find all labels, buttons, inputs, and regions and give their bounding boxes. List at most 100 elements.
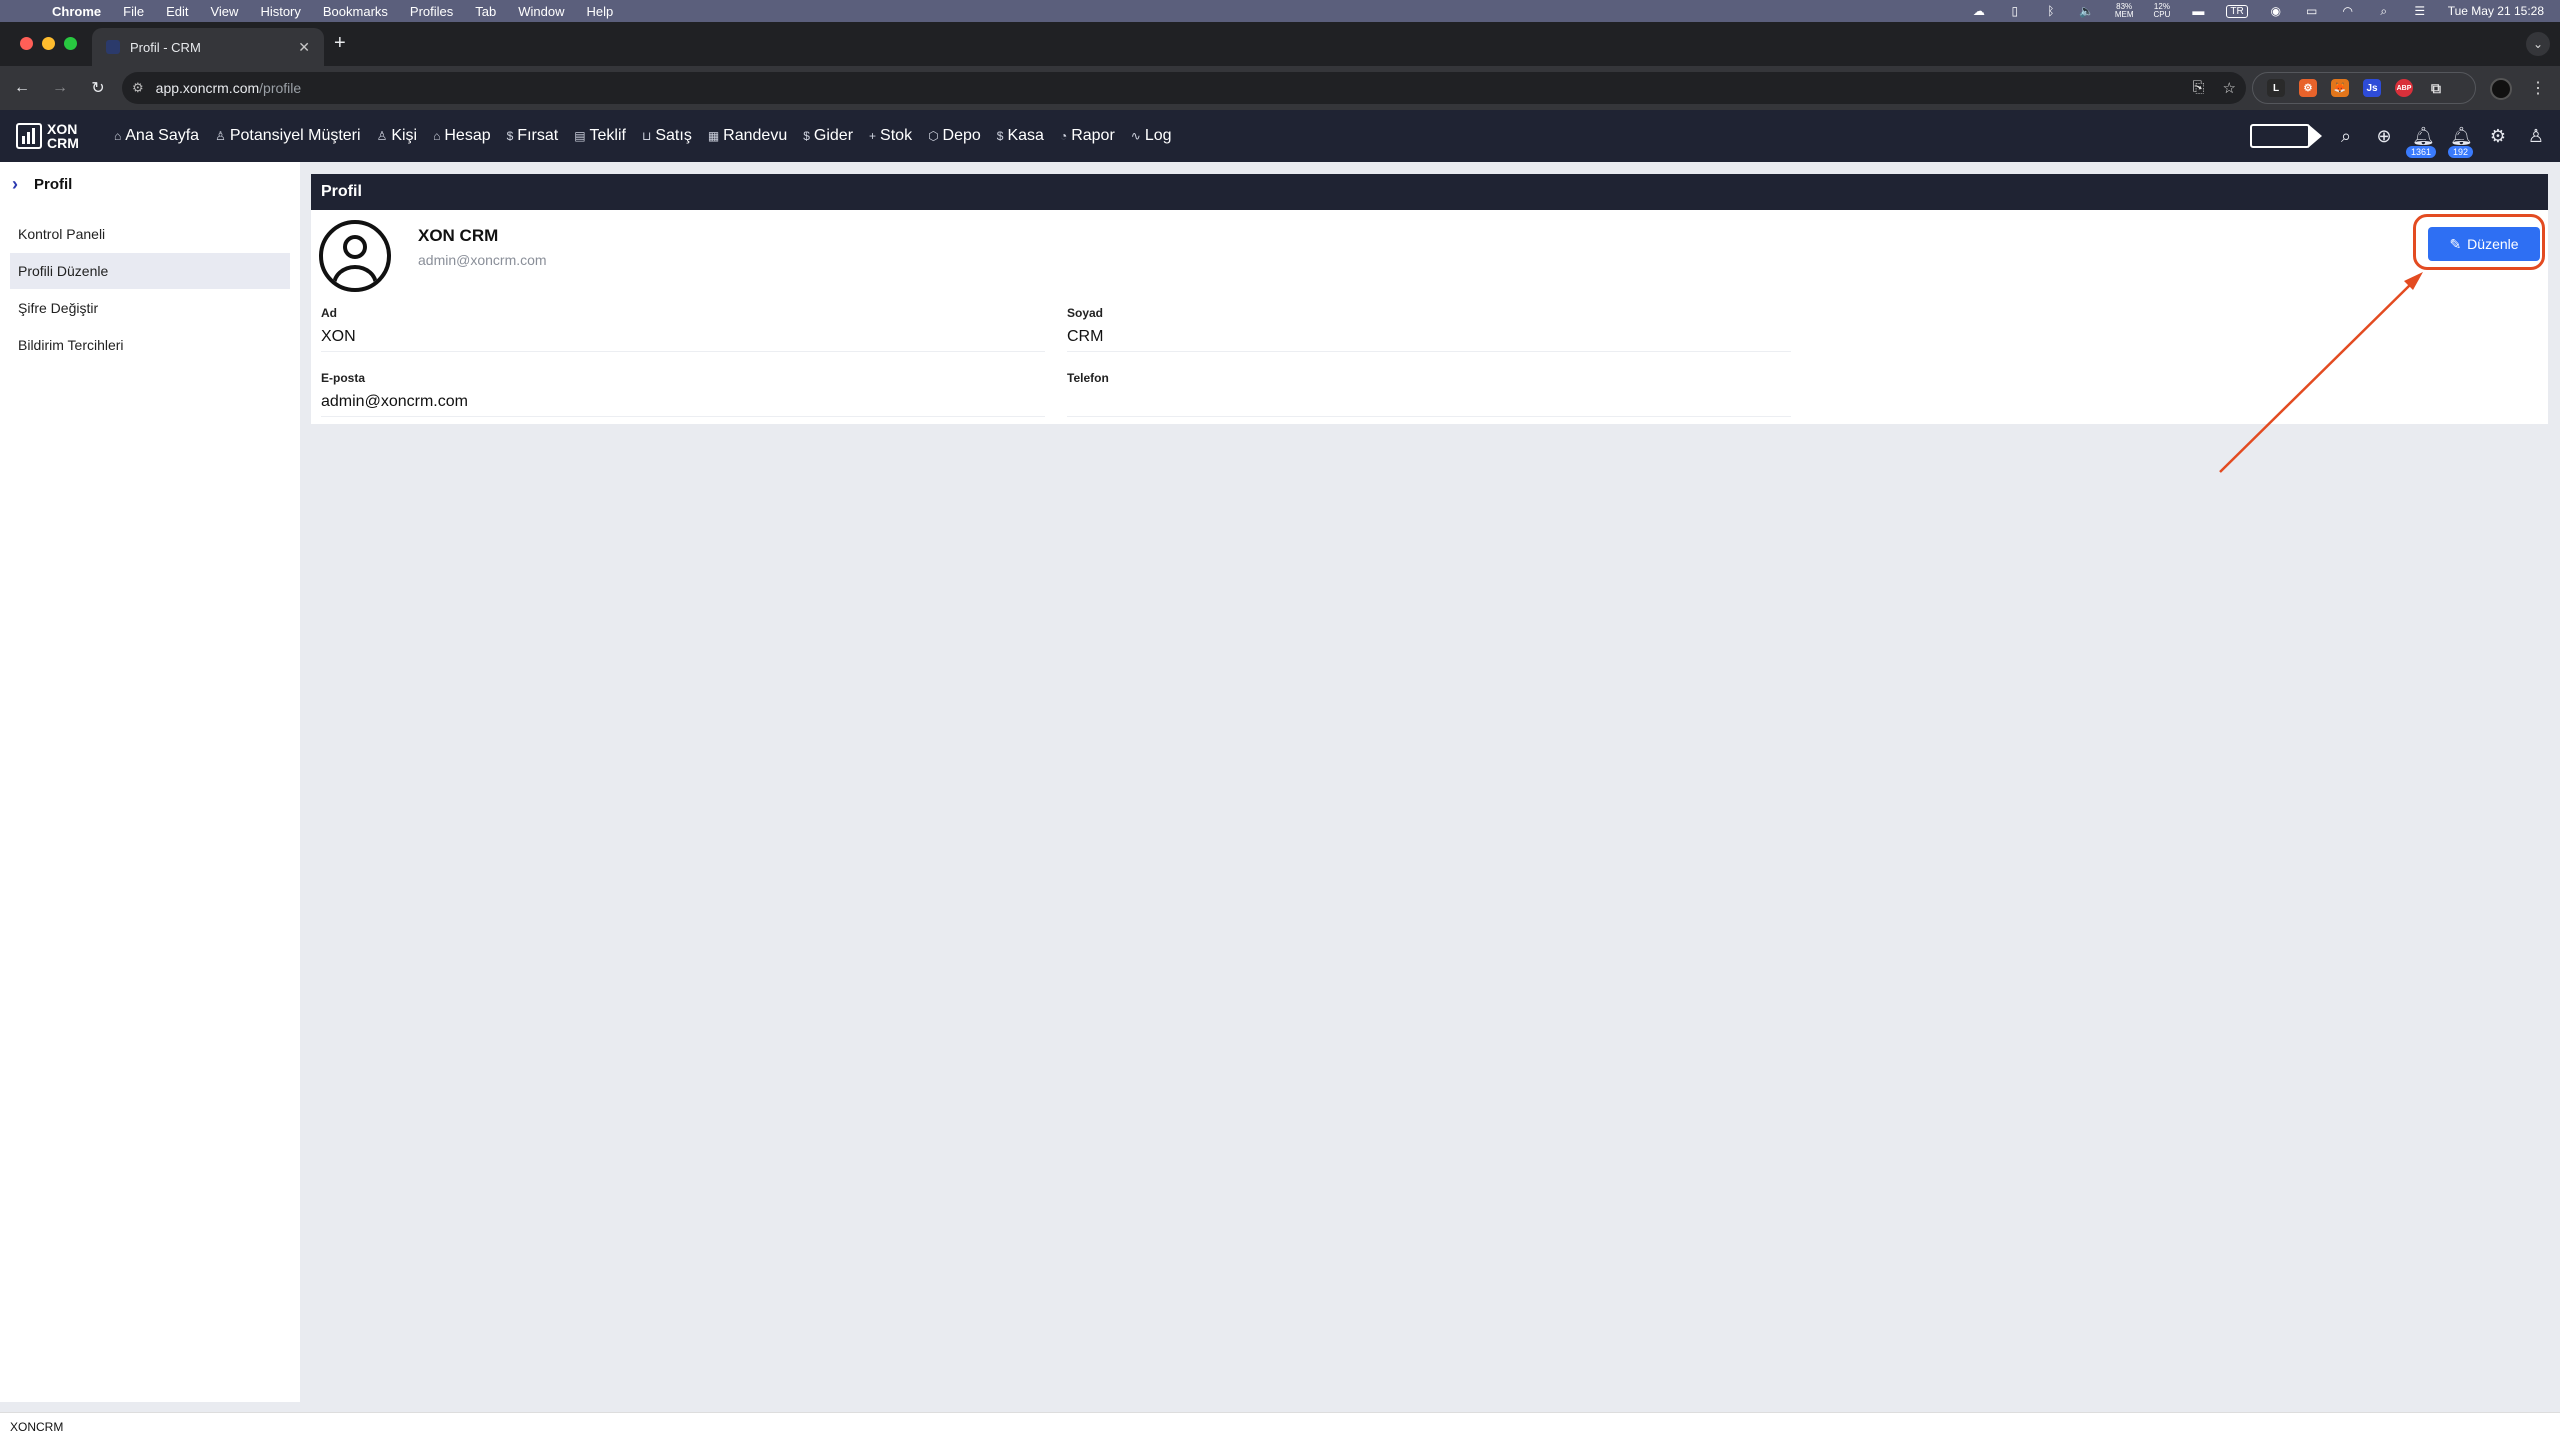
site-info-icon[interactable]: ⚙ [132, 80, 144, 96]
nav-label: Gider [813, 127, 854, 144]
edit-button-label: Düzenle [2467, 236, 2519, 252]
nav-hesap[interactable]: ⌂ Hesap [433, 127, 491, 145]
menu-window[interactable]: Window [518, 4, 564, 19]
arrow-shortcut-icon[interactable] [2250, 124, 2322, 148]
chrome-menu-kebab-icon[interactable]: ⋮ [2530, 78, 2546, 98]
nav-gider[interactable]: $ Gider [803, 127, 853, 145]
extension-abp-icon[interactable]: ABP [2395, 79, 2413, 97]
tab-title: Profil - CRM [130, 39, 201, 55]
browser-toolbar: ← → ↻ ⚙ app.xoncrm.com/profile ⎘ ☆ L ⚙ 🦊… [0, 66, 2560, 110]
sidebar-item-kontrol-paneli[interactable]: Kontrol Paneli [10, 216, 290, 252]
home-icon: ⌂ [114, 129, 122, 143]
expense-dollar-icon: $ [803, 129, 810, 143]
address-bar[interactable]: ⚙ app.xoncrm.com/profile ⎘ ☆ [122, 72, 2246, 104]
menu-help[interactable]: Help [587, 4, 614, 19]
extension-fox-icon[interactable]: 🦊 [2331, 79, 2349, 97]
forward-arrow-icon[interactable]: → [44, 79, 76, 97]
wifi-icon[interactable]: ◠ [2340, 4, 2356, 18]
lead-user-icon: ♙ [215, 129, 226, 143]
nav-log[interactable]: ∿ Log [1131, 127, 1172, 145]
chevron-right-icon[interactable]: › [12, 174, 18, 195]
nav-label: Teklif [589, 127, 626, 144]
sidebar-item-sifre-degistir[interactable]: Şifre Değiştir [10, 290, 290, 326]
nav-teklif[interactable]: ▤ Teklif [574, 127, 626, 145]
edit-profile-button[interactable]: ✎ Düzenle [2428, 227, 2540, 261]
new-tab-plus-icon[interactable]: + [334, 32, 346, 55]
nav-stok[interactable]: + Stok [869, 127, 912, 145]
nav-randevu[interactable]: ▦ Randevu [708, 127, 787, 145]
menu-profiles[interactable]: Profiles [410, 4, 453, 19]
nav-kisi[interactable]: ♙ Kişi [377, 127, 418, 145]
extension-l-icon[interactable]: L [2267, 79, 2285, 97]
nav-kasa[interactable]: $ Kasa [997, 127, 1044, 145]
user-profile-icon[interactable]: ♙ [2526, 126, 2546, 147]
menu-history[interactable]: History [260, 4, 300, 19]
profile-name: XON CRM [418, 226, 499, 245]
nav-ana-sayfa[interactable]: ⌂ Ana Sayfa [114, 127, 199, 145]
back-arrow-icon[interactable]: ← [6, 79, 38, 97]
nav-satis[interactable]: ⊔ Satış [642, 127, 692, 145]
cloud-icon[interactable]: ☁ [1971, 4, 1987, 18]
sidebar-title: Profil [34, 175, 73, 193]
bluetooth-icon[interactable]: ᛒ [2043, 4, 2059, 18]
notifications-bell-icon[interactable]: 🔔︎ 1361 [2406, 126, 2437, 158]
settings-gear-icon[interactable]: ⚙ [2488, 126, 2508, 147]
minimize-window-button[interactable] [42, 37, 55, 50]
display-icon[interactable]: ▬ [2190, 4, 2206, 18]
sidebar-item-bildirim-tercihleri[interactable]: Bildirim Tercihleri [10, 327, 290, 363]
extensions-puzzle-icon[interactable]: ⧉ [2427, 79, 2445, 97]
nav-label: Kasa [1007, 127, 1044, 144]
control-center-icon[interactable]: ☰ [2412, 4, 2428, 18]
bookmark-star-icon[interactable]: ☆ [2223, 79, 2236, 97]
install-app-icon[interactable]: ⎘ [2193, 79, 2205, 97]
add-circle-icon[interactable]: ⊕ [2374, 126, 2394, 147]
menu-view[interactable]: View [210, 4, 238, 19]
user-avatar-icon [319, 220, 391, 292]
zoom-window-button[interactable] [64, 37, 77, 50]
nav-label: Satış [655, 127, 692, 144]
sidebar-header[interactable]: › Profil [0, 162, 300, 206]
report-pie-icon: ◔ [1059, 129, 1068, 143]
nav-label: Stok [880, 127, 913, 144]
extension-js-icon[interactable]: Js [2363, 79, 2381, 97]
input-language[interactable]: TR [2226, 4, 2248, 18]
chrome-profile-avatar[interactable] [2490, 78, 2512, 100]
email-label: E-posta [321, 371, 366, 385]
user-switch-icon[interactable]: ◉ [2268, 4, 2284, 18]
search-icon[interactable]: ⌕ [2336, 126, 2356, 147]
nav-label: Rapor [1071, 127, 1115, 144]
menu-file[interactable]: File [123, 4, 144, 19]
menu-tab[interactable]: Tab [475, 4, 496, 19]
last-name-value: CRM [1067, 324, 1791, 352]
memory-stat[interactable]: 83% MEM [2115, 3, 2134, 19]
menu-bookmarks[interactable]: Bookmarks [323, 4, 388, 19]
lock-status-icon[interactable]: ▯ [2007, 4, 2023, 18]
close-window-button[interactable] [20, 37, 33, 50]
battery-icon[interactable]: ▭ [2304, 4, 2320, 18]
sidebar-item-profili-duzenle[interactable]: Profili Düzenle [10, 253, 290, 289]
tab-close-icon[interactable]: ✕ [298, 39, 310, 56]
xon-crm-logo[interactable]: XON CRM [16, 122, 112, 150]
tab-favicon-icon [106, 40, 120, 54]
phone-label: Telefon [1067, 371, 1109, 385]
navbar-actions: ⌕ ⊕ 🔔︎ 1361 🔔︎ 192 ⚙ ♙ [2250, 110, 2546, 162]
tab-search-chevron-icon[interactable]: ⌄ [2526, 32, 2550, 56]
cpu-stat[interactable]: 12% CPU [2153, 3, 2170, 19]
nav-potansiyel-musteri[interactable]: ♙ Potansiyel Müşteri [215, 127, 360, 145]
nav-depo[interactable]: ⬡ Depo [928, 127, 981, 145]
nav-label: Depo [942, 127, 981, 144]
reload-icon[interactable]: ↻ [82, 78, 114, 98]
clock[interactable]: Tue May 21 15:28 [2448, 4, 2544, 18]
profile-email: admin@xoncrm.com [418, 252, 547, 268]
menu-app-chrome[interactable]: Chrome [52, 4, 101, 19]
nav-firsat[interactable]: $ Fırsat [507, 127, 559, 145]
volume-icon[interactable]: 🔈 [2079, 4, 2095, 18]
extension-gear-icon[interactable]: ⚙ [2299, 79, 2317, 97]
menu-edit[interactable]: Edit [166, 4, 188, 19]
document-icon: ▤ [574, 129, 586, 143]
messages-bell-icon[interactable]: 🔔︎ 192 [2448, 126, 2474, 158]
nav-rapor[interactable]: ◔ Rapor [1060, 127, 1115, 145]
logo-chart-icon [16, 123, 42, 149]
browser-tab-active[interactable]: Profil - CRM ✕ [92, 28, 324, 66]
spotlight-search-icon[interactable]: ⌕ [2376, 4, 2392, 18]
